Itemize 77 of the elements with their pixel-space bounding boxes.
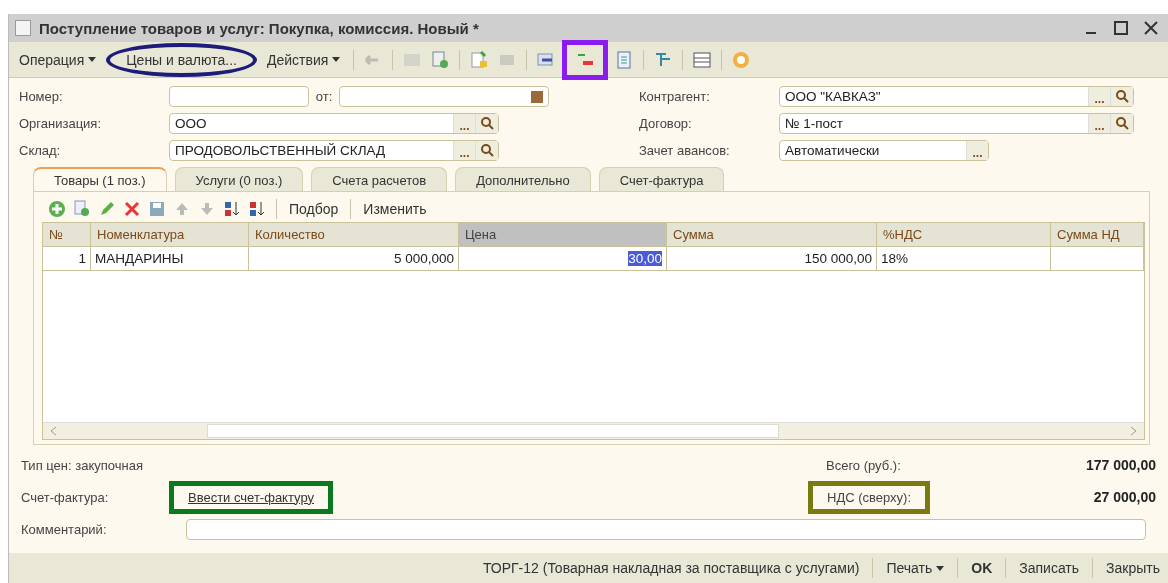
tab[interactable]: Услуги (0 поз.) [174, 167, 304, 191]
column-header[interactable]: № [43, 223, 91, 247]
choose-button[interactable]: ... [1088, 87, 1110, 106]
field-label: Счет-фактура: [21, 489, 110, 505]
column-header[interactable]: Сумма [667, 223, 877, 247]
enter-invoice-link[interactable]: Ввести счет-фактуру [188, 489, 314, 505]
column-header[interactable]: Количество [249, 223, 459, 247]
menu-button[interactable]: Действия [260, 48, 347, 71]
menu-button[interactable]: Операция [13, 48, 103, 71]
table-cell: 150 000,00 [667, 247, 877, 271]
scroll-left-icon[interactable] [49, 426, 57, 436]
choose-button[interactable]: ... [1088, 114, 1110, 133]
document-plus-icon[interactable] [73, 200, 91, 218]
column-header[interactable]: %НДС [877, 223, 1051, 247]
floppy-icon[interactable] [148, 200, 166, 218]
sort-icon[interactable] [223, 200, 241, 218]
column-header[interactable]: Цена [459, 223, 667, 247]
caret-icon [936, 565, 945, 571]
field-label: Номер: [19, 89, 64, 104]
menu-button[interactable]: Цены и валюта... [120, 48, 243, 71]
delete-icon[interactable] [123, 200, 141, 218]
footer-button[interactable]: Записать [1015, 558, 1084, 578]
total-label: Всего (руб.): [826, 457, 902, 473]
tab[interactable]: Счета расчетов [311, 167, 448, 191]
field-label: Контрагент: [639, 89, 711, 104]
search-icon[interactable] [475, 141, 498, 160]
list-icon[interactable] [692, 49, 713, 70]
input-field[interactable]: Автоматически ... [779, 140, 989, 161]
field-label: Склад: [19, 143, 62, 158]
add-icon[interactable] [48, 200, 66, 218]
choose-button[interactable]: ... [453, 114, 475, 133]
column-header[interactable]: Сумма НД [1051, 223, 1144, 247]
field-label: от: [314, 89, 334, 104]
input-field[interactable]: ООО ... [169, 113, 499, 134]
scroll-right-icon[interactable] [1130, 426, 1138, 436]
date-field[interactable] [339, 86, 549, 107]
input-field[interactable]: ООО "КАВКАЗ" ... [779, 86, 1134, 107]
input-field[interactable]: ПРОДОВОЛЬСТВЕННЫЙ СКЛАД ... [169, 140, 499, 161]
field-label: Договор: [639, 116, 693, 131]
comment-field[interactable] [186, 518, 1146, 540]
table-cell: 18% [877, 247, 1051, 271]
footer-button[interactable]: ТОРГ-12 (Товарная накладная за поставщика с услугами) [478, 558, 864, 578]
choose-button[interactable]: ... [966, 141, 988, 160]
total-label: НДС (сверху): [827, 489, 912, 505]
search-icon[interactable] [1110, 114, 1133, 133]
column-header[interactable]: Номенклатура [91, 223, 249, 247]
table-cell: 1 [43, 247, 91, 271]
toolbar-button[interactable]: Подбор [287, 201, 341, 217]
horizontal-scrollbar[interactable] [43, 422, 1144, 439]
field-label: Зачет авансов: [639, 143, 731, 158]
footer-button[interactable]: Закрыть [1102, 558, 1164, 578]
tab[interactable]: Дополнительно [455, 167, 591, 191]
field-label: Организация: [19, 116, 103, 131]
footer-button[interactable]: OK [967, 558, 997, 578]
search-icon[interactable] [1110, 87, 1133, 106]
table-cell: МАНДАРИНЫ [91, 247, 249, 271]
caret-icon [88, 57, 97, 62]
pencil-icon[interactable] [98, 200, 116, 218]
total-value: 177 000,00 [1084, 457, 1156, 473]
document-plus-icon[interactable] [430, 49, 451, 70]
sort-icon[interactable] [248, 200, 266, 218]
tab[interactable]: Товары (1 поз.) [33, 167, 167, 191]
search-icon[interactable] [475, 114, 498, 133]
tab[interactable]: Счет-фактура [598, 167, 725, 191]
total-value: 27 000,00 [1092, 489, 1156, 505]
price-type-text: Тип цен: закупочная [21, 457, 144, 473]
input-field[interactable] [169, 86, 309, 107]
caret-icon [332, 57, 341, 62]
window-icon [15, 20, 31, 36]
field-label: Комментарий: [21, 521, 108, 537]
choose-button[interactable]: ... [453, 141, 475, 160]
footer-button[interactable]: Печать [882, 558, 949, 578]
input-field[interactable]: № 1-пост ... [779, 113, 1134, 134]
window-title: Поступление товаров и услуг: Покупка, комиссия. Новый * [39, 19, 480, 37]
table-cell: 5 000,000 [249, 247, 459, 271]
toolbar-button[interactable]: Изменить [361, 201, 429, 217]
table-cell: 30,00 [459, 247, 667, 271]
